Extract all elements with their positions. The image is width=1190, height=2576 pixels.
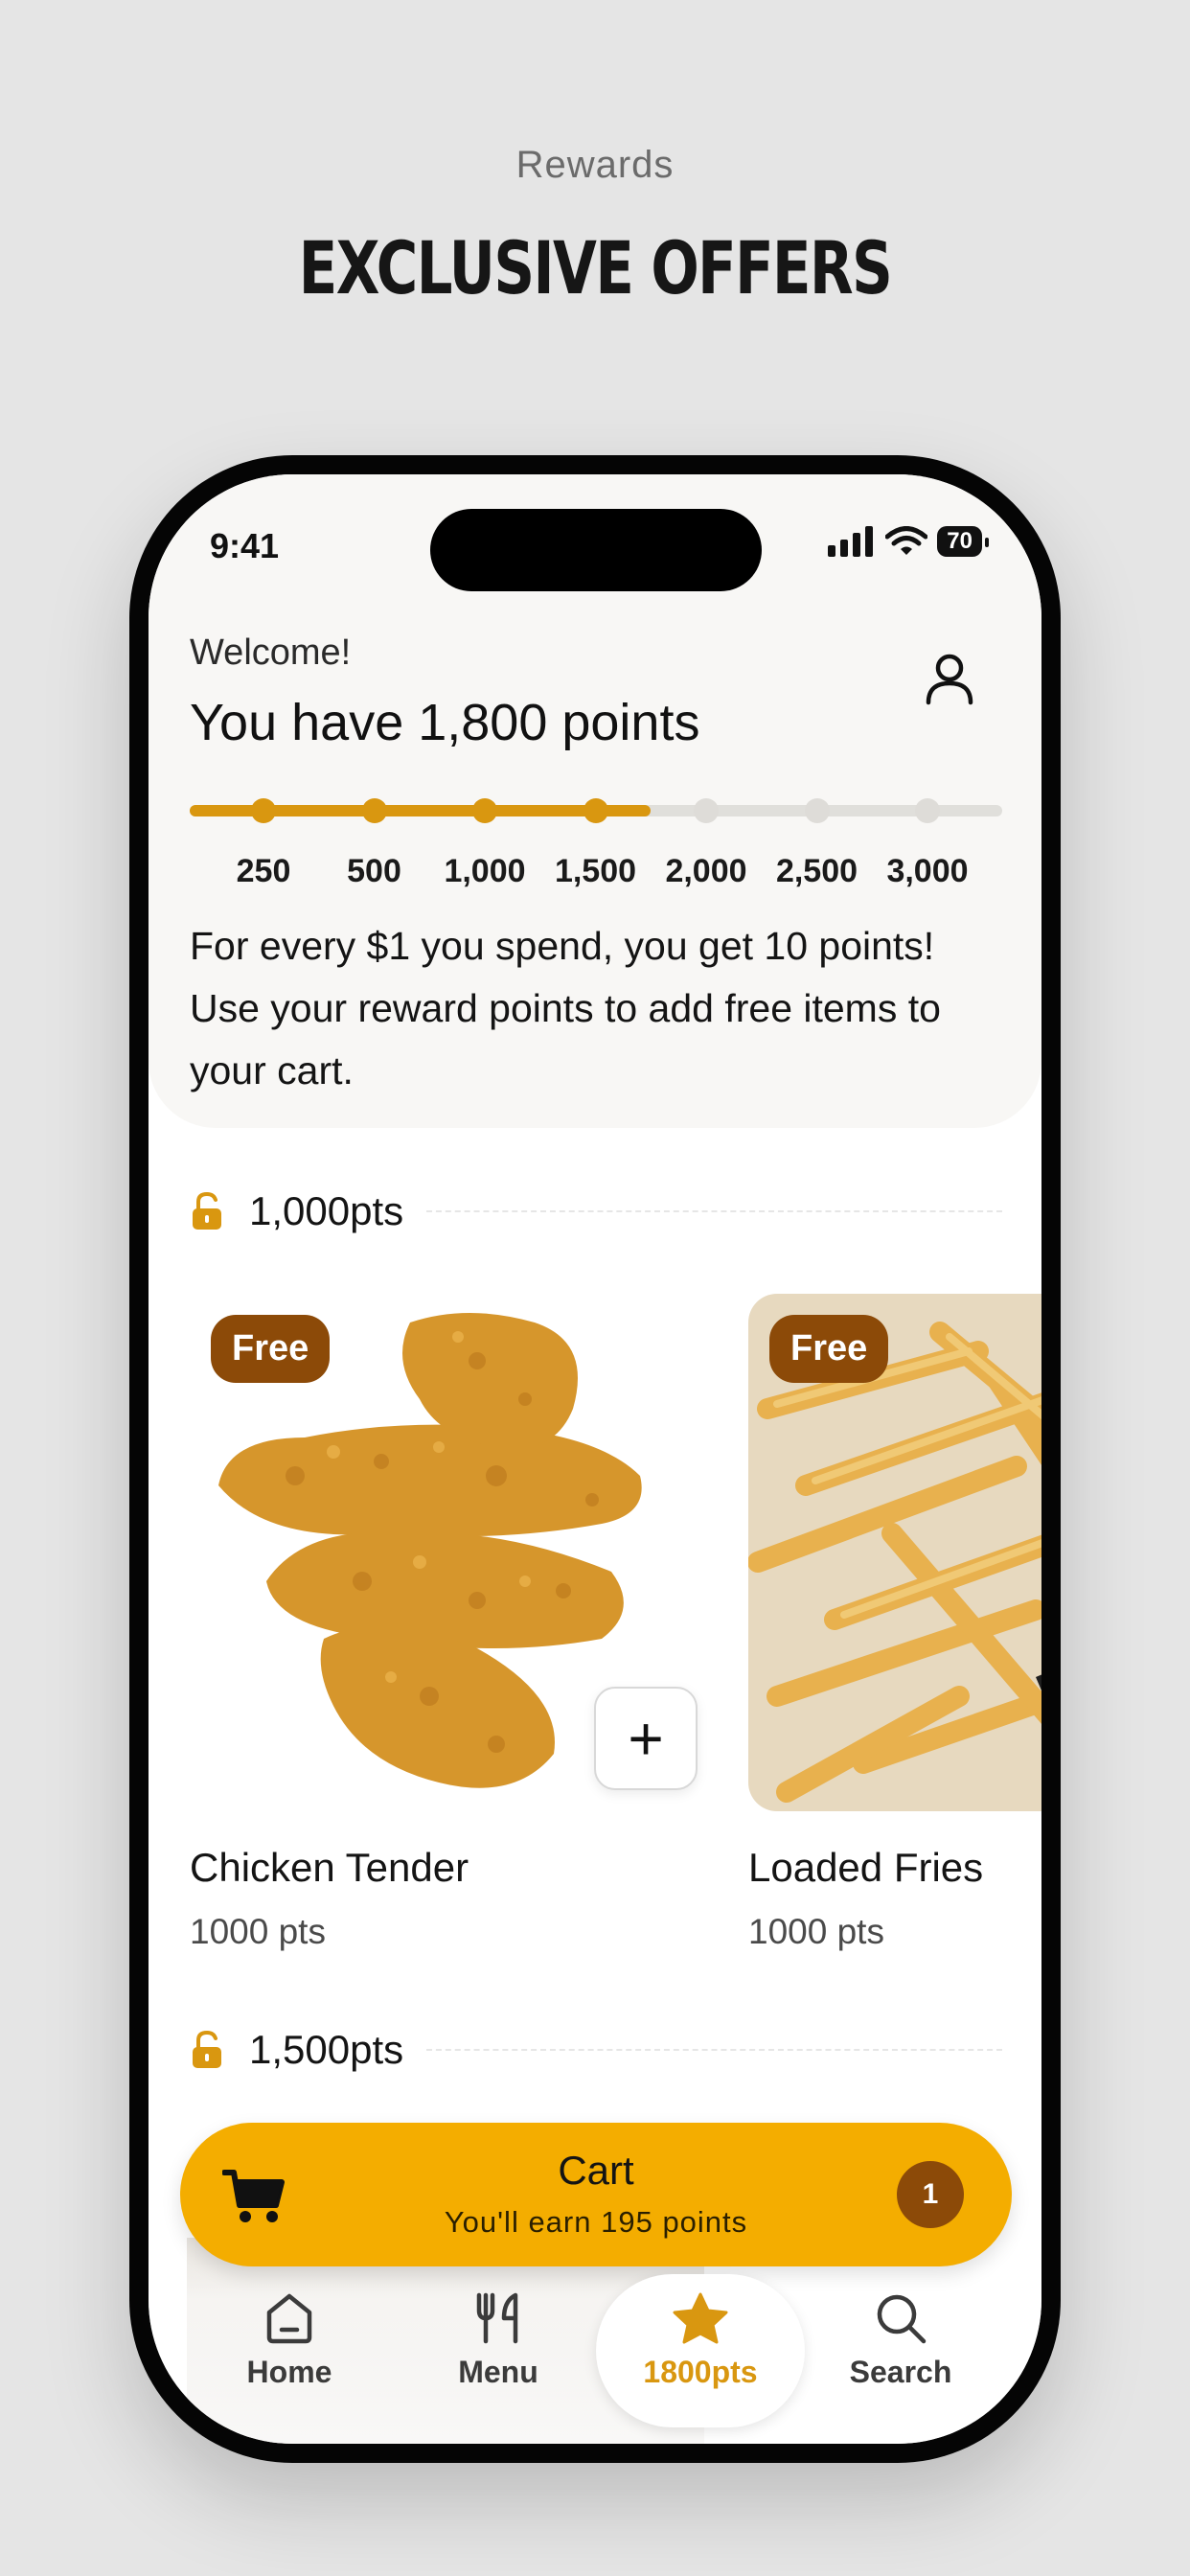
tab-label: Search <box>849 2355 952 2389</box>
milestone-dot <box>361 798 387 823</box>
tab-label: 1800pts <box>643 2355 758 2389</box>
signal-icon <box>828 526 874 557</box>
tier-label: 1,500pts <box>249 2027 404 2072</box>
milestone-label: 2,000 <box>665 853 747 889</box>
tier-divider <box>426 2049 1002 2051</box>
points-balance-title: You have 1,800 points <box>190 694 700 751</box>
star-icon <box>673 2292 728 2344</box>
free-badge: Free <box>769 1315 889 1383</box>
wifi-icon <box>885 526 928 555</box>
milestone-label: 1,500 <box>554 853 637 889</box>
unlocked-lock-icon <box>193 2030 221 2068</box>
product-name: Chicken Tender <box>190 1845 469 1890</box>
tab-search[interactable]: Search <box>796 2274 1005 2437</box>
dynamic-island <box>430 509 762 591</box>
rewards-info-text: For every $1 you spend, you get 10 point… <box>190 924 941 1092</box>
tab-label: Menu <box>458 2355 538 2389</box>
product-name: Loaded Fries <box>748 1845 984 1890</box>
milestone-dot <box>915 798 940 823</box>
milestone-dot <box>694 798 719 823</box>
milestone-label: 250 <box>236 853 291 889</box>
tab-menu[interactable]: Menu <box>394 2274 603 2437</box>
tab-label: Home <box>246 2355 332 2389</box>
home-icon <box>266 2293 312 2344</box>
points-progress-bar <box>190 798 1002 823</box>
app-screen: 9:41 70 Welcome! You have 1,800 points 2… <box>149 474 1041 2444</box>
tab-home[interactable]: Home <box>185 2274 394 2437</box>
status-time: 9:41 <box>210 526 280 565</box>
person-icon[interactable] <box>921 649 978 706</box>
milestone-label: 1,000 <box>444 853 526 889</box>
status-icons: 70 <box>826 526 989 557</box>
page-eyebrow: Rewards <box>515 144 675 186</box>
tier-divider <box>426 1210 1002 1212</box>
page-headline: EXCLUSIVE OFFERS <box>298 225 893 310</box>
milestone-dot <box>804 798 830 823</box>
tier-header-1500: 1,500pts <box>190 2026 1002 2074</box>
milestone-label: 500 <box>347 853 401 889</box>
phone-frame: 9:41 70 Welcome! You have 1,800 points 2… <box>129 455 1061 2463</box>
utensils-icon <box>476 2292 518 2344</box>
cart-button[interactable]: Cart You'll earn 195 points 1 <box>180 2123 1012 2266</box>
search-icon <box>877 2294 927 2344</box>
product-points: 1000 pts <box>748 1912 884 1951</box>
tab-rewards[interactable]: 1800pts <box>596 2274 805 2427</box>
add-to-cart-button[interactable]: + <box>594 1687 698 1790</box>
milestone-dot <box>583 798 608 823</box>
welcome-text: Welcome! <box>190 632 352 673</box>
milestone-dot <box>472 798 497 823</box>
free-badge: Free <box>211 1315 331 1383</box>
milestone-label: 2,500 <box>775 853 858 889</box>
battery-indicator: 70 <box>937 526 989 557</box>
milestone-label: 3,000 <box>886 853 969 889</box>
cart-points-estimate: You'll earn 195 points <box>444 2205 748 2239</box>
cart-count-badge: 1 <box>897 2161 964 2228</box>
product-points: 1000 pts <box>190 1912 326 1951</box>
milestone-dot <box>251 798 276 823</box>
cart-title: Cart <box>558 2148 634 2193</box>
tier-header-1000: 1,000pts <box>190 1187 1002 1235</box>
unlocked-lock-icon <box>193 1191 221 1230</box>
tier-label: 1,000pts <box>249 1188 404 1233</box>
